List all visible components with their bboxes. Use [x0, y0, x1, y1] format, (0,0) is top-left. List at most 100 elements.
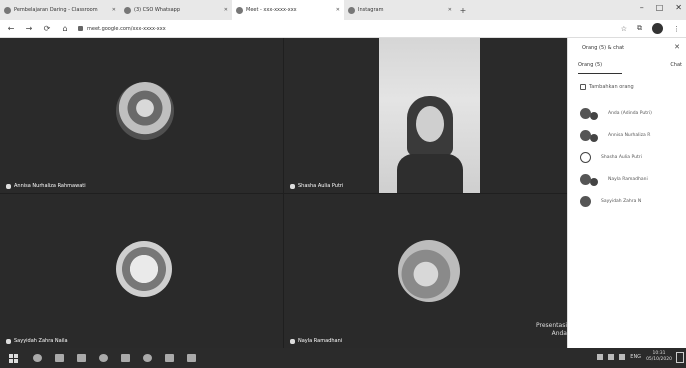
close-window-button[interactable]: ✕	[675, 3, 682, 12]
new-tab-button[interactable]: +	[456, 6, 470, 15]
participant-tile[interactable]: Sayyidah Zahra Naila	[0, 194, 283, 348]
clock[interactable]: 10:31 05/10/2020	[646, 351, 672, 363]
participant-name: Shasha Aulia Putri	[298, 183, 344, 189]
url-text: meet.google.com/xxx-xxxx-xxx	[87, 25, 166, 32]
participant-name-label: Annisa Nurhaliza Rahmawati	[6, 183, 86, 189]
task-view-icon[interactable]	[48, 348, 70, 368]
avatar	[580, 195, 591, 207]
add-people-button[interactable]: Tambahkan orang	[580, 84, 634, 90]
participant-name: Nayla Ramadhani	[298, 338, 343, 344]
list-item[interactable]: Annisa Nurhaliza R	[580, 124, 680, 146]
video-grid: Annisa Nurhaliza Rahmawati Shasha Aulia …	[0, 38, 567, 348]
edge-icon[interactable]	[92, 348, 114, 368]
tab-title: Pembelajaran Daring - Classroom	[14, 7, 98, 13]
add-person-icon	[580, 84, 586, 90]
person-name: Shasha Aulia Putri	[601, 154, 642, 160]
windows-icon	[8, 353, 18, 363]
store-icon[interactable]	[114, 348, 136, 368]
participant-name-label: Nayla Ramadhani	[290, 338, 342, 344]
reload-icon[interactable]: ⟳	[42, 24, 52, 33]
participant-avatar	[116, 241, 172, 297]
maximize-button[interactable]: □	[656, 3, 664, 12]
close-tab-icon[interactable]: ✕	[444, 7, 452, 13]
avatar	[580, 151, 591, 163]
forward-icon[interactable]: →	[24, 24, 34, 33]
browser-tab-strip: Pembelajaran Daring - Classroom ✕ (3) CS…	[0, 0, 686, 20]
back-icon[interactable]: ←	[6, 24, 16, 33]
browser-toolbar: ☆ ⧉ ⋮	[621, 23, 680, 34]
avatar	[580, 129, 591, 141]
tab-title: Meet - xxx-xxxx-xxx	[246, 7, 297, 13]
menu-icon[interactable]: ⋮	[673, 25, 680, 33]
photos-icon[interactable]	[180, 348, 202, 368]
clock-date: 05/10/2020	[646, 357, 672, 362]
notification-icon[interactable]	[676, 352, 684, 363]
url-field[interactable]: meet.google.com/xxx-xxxx-xxx	[78, 26, 166, 32]
person-name: Sayyidah Zahra N	[601, 198, 642, 204]
participant-face	[416, 106, 444, 142]
close-tab-icon[interactable]: ✕	[108, 7, 116, 13]
address-bar: ← → ⟳ ⌂ meet.google.com/xxx-xxxx-xxx ☆ ⧉…	[0, 20, 686, 38]
camera-feed	[379, 38, 480, 193]
extensions-icon[interactable]: ⧉	[637, 24, 642, 33]
participant-body	[397, 154, 463, 193]
close-tab-icon[interactable]: ✕	[332, 7, 340, 13]
participant-tile[interactable]: Shasha Aulia Putri	[284, 38, 567, 193]
profile-avatar[interactable]	[652, 23, 663, 34]
network-icon[interactable]	[608, 354, 615, 360]
chrome-icon[interactable]	[136, 348, 158, 368]
system-tray: ENG 10:31 05/10/2020	[597, 351, 672, 363]
mic-icon	[6, 338, 11, 344]
people-list: Anda (Adinda Putri) Annisa Nurhaliza R S…	[580, 102, 680, 212]
add-people-label: Tambahkan orang	[589, 84, 634, 90]
person-name: Annisa Nurhaliza R	[608, 132, 651, 138]
whatsapp-icon	[124, 6, 131, 14]
chevron-up-icon[interactable]	[597, 354, 604, 360]
avatar	[580, 173, 591, 185]
close-panel-button[interactable]: ✕	[674, 43, 680, 51]
language-indicator[interactable]: ENG	[630, 354, 641, 360]
participant-name-label: Shasha Aulia Putri	[290, 183, 343, 189]
panel-title: Orang (5) & chat	[582, 45, 625, 51]
mic-icon	[290, 338, 295, 344]
star-icon[interactable]: ☆	[621, 25, 627, 33]
tab-people[interactable]: Orang (5)	[578, 62, 622, 74]
participant-name-label: Sayyidah Zahra Naila	[6, 338, 68, 344]
tab-title: Instagram	[358, 7, 384, 13]
participant-video	[397, 96, 463, 193]
browser-tab-instagram[interactable]: Instagram ✕	[344, 0, 456, 20]
lock-icon	[78, 26, 83, 31]
list-item[interactable]: Nayla Ramadhani	[580, 168, 680, 190]
list-item[interactable]: Anda (Adinda Putri)	[580, 102, 680, 124]
avatar-badge	[590, 133, 598, 142]
file-explorer-icon[interactable]	[70, 348, 92, 368]
browser-tab-meet[interactable]: Meet - xxx-xxxx-xxx ✕	[232, 0, 344, 20]
meet-icon	[236, 6, 243, 14]
avatar-badge	[590, 177, 598, 186]
word-icon[interactable]	[158, 348, 180, 368]
browser-tab-whatsapp[interactable]: (3) CSO Whatsapp ✕	[120, 0, 232, 20]
participant-tile[interactable]: Nayla Ramadhani Presentasi Anda	[284, 194, 567, 348]
close-tab-icon[interactable]: ✕	[220, 7, 228, 13]
instagram-icon	[348, 6, 355, 14]
participant-avatar	[398, 240, 460, 302]
presenting-label: Presentasi Anda	[536, 322, 567, 337]
participant-tile[interactable]: Annisa Nurhaliza Rahmawati	[0, 38, 283, 193]
browser-tab-classroom[interactable]: Pembelajaran Daring - Classroom ✕	[0, 0, 120, 20]
minimize-button[interactable]: –	[640, 3, 644, 12]
search-icon[interactable]	[26, 348, 48, 368]
tab-chat[interactable]: Chat	[670, 62, 682, 74]
people-panel: Orang (5) & chat ✕ Orang (5) Chat Tambah…	[567, 38, 686, 348]
list-item[interactable]: Sayyidah Zahra N	[580, 190, 680, 212]
person-name: Anda (Adinda Putri)	[608, 110, 652, 116]
window-controls: – □ ✕	[640, 3, 682, 12]
avatar-badge	[590, 111, 598, 120]
avatar	[580, 107, 591, 119]
mic-icon	[290, 183, 295, 189]
volume-icon[interactable]	[619, 354, 626, 360]
home-icon[interactable]: ⌂	[60, 24, 70, 33]
list-item[interactable]: Shasha Aulia Putri	[580, 146, 680, 168]
person-name: Nayla Ramadhani	[608, 176, 648, 182]
tab-title: (3) CSO Whatsapp	[134, 7, 181, 13]
start-button[interactable]	[0, 348, 26, 368]
